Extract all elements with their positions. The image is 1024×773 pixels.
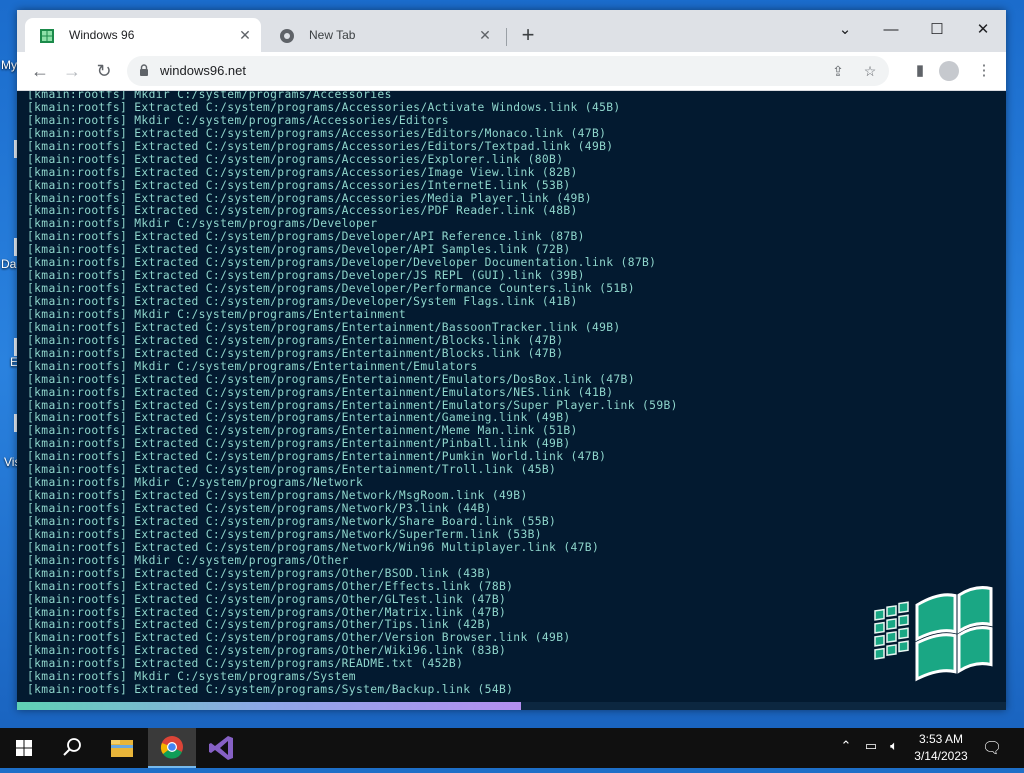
terminal-line: [kmain:rootfs] Extracted C:/system/progr… — [27, 579, 514, 593]
tab-search-chevron-down-icon[interactable]: ⌄ — [822, 16, 868, 44]
clock-date: 3/14/2023 — [914, 749, 968, 763]
desktop-label[interactable]: Da — [1, 257, 16, 271]
terminal-line: [kmain:rootfs] Extracted C:/system/progr… — [27, 295, 578, 308]
terminal-line: [kmain:rootfs] Extracted C:/system/progr… — [27, 372, 635, 386]
share-icon[interactable]: ⇪ — [829, 62, 847, 80]
clock-time: 3:53 AM — [918, 732, 964, 746]
browser-window: Windows 96 ✕ New Tab ✕ + ⌄ — ☐ ✕ ← → ↻ w… — [17, 10, 1006, 710]
terminal-line: [kmain:rootfs] Extracted C:/system/progr… — [27, 126, 607, 140]
terminal-line: [kmain:rootfs] Extracted C:/system/progr… — [27, 502, 492, 515]
tab-title: Windows 96 — [69, 28, 135, 42]
terminal-line: [kmain:rootfs] Extracted C:/system/progr… — [27, 540, 600, 554]
bookmark-star-icon[interactable]: ☆ — [861, 62, 879, 80]
terminal-line: [kmain:rootfs] Extracted C:/system/progr… — [27, 333, 564, 347]
back-arrow-icon[interactable]: ← — [26, 57, 54, 85]
file-explorer-icon — [111, 740, 133, 757]
close-tab-icon[interactable]: ✕ — [471, 18, 499, 52]
side-panel-icon[interactable]: ▮ — [906, 57, 934, 85]
terminal-line: [kmain:rootfs] Extracted C:/system/progr… — [27, 683, 514, 697]
terminal-line: [kmain:rootfs] Extracted C:/system/progr… — [27, 566, 492, 580]
terminal-line: [kmain:rootfs] Extracted C:/system/progr… — [27, 346, 564, 360]
notifications-icon[interactable]: 🗨︎ — [982, 738, 1002, 758]
maximize-button[interactable]: ☐ — [914, 16, 960, 44]
windows96-favicon-icon — [40, 29, 54, 43]
terminal-line: [kmain:rootfs] Extracted C:/system/progr… — [27, 152, 564, 166]
tab-windows-96[interactable]: Windows 96 ✕ — [25, 18, 261, 52]
volume-icon[interactable]: 🔈︎ — [884, 738, 904, 754]
visual-studio-button[interactable] — [198, 728, 246, 768]
new-tab-button[interactable]: + — [514, 22, 542, 50]
tab-title: New Tab — [309, 28, 356, 42]
reload-icon[interactable]: ↻ — [90, 57, 118, 85]
clock[interactable]: 3:53 AM 3/14/2023 — [910, 731, 972, 765]
search-icon — [63, 738, 81, 756]
terminal-line: [kmain:rootfs] Extracted C:/system/progr… — [27, 514, 557, 528]
chrome-favicon-icon — [280, 29, 294, 43]
terminal-line: [kmain:rootfs] Extracted C:/system/progr… — [27, 320, 621, 334]
visual-studio-icon — [209, 736, 233, 760]
terminal-line: [kmain:rootfs] Mkdir C:/system/programs/… — [27, 553, 349, 567]
terminal-line: [kmain:rootfs] Mkdir C:/system/programs/… — [27, 359, 478, 373]
close-tab-icon[interactable]: ✕ — [231, 18, 259, 52]
forward-arrow-icon[interactable]: → — [58, 57, 86, 85]
start-button[interactable] — [0, 728, 48, 768]
file-explorer-button[interactable] — [98, 728, 146, 768]
terminal-line: [kmain:rootfs] Extracted C:/system/progr… — [27, 178, 571, 192]
more-menu-icon[interactable]: ⋮ — [970, 57, 998, 85]
search-button[interactable] — [48, 728, 96, 768]
chrome-button[interactable] — [148, 728, 196, 768]
close-window-button[interactable]: ✕ — [960, 16, 1006, 44]
tab-strip: Windows 96 ✕ New Tab ✕ + ⌄ — ☐ ✕ — [17, 10, 1006, 52]
terminal-line: [kmain:rootfs] Mkdir C:/system/programs/… — [27, 307, 407, 321]
terminal-line: [kmain:rootfs] Extracted C:/system/progr… — [27, 527, 542, 541]
taskbar: ⌃ ▭ 🔈︎ 3:53 AM 3/14/2023 🗨︎ — [0, 728, 1024, 768]
browser-toolbar: ← → ↻ windows96.net ⇪ ☆ ▮ ⋮ — [17, 52, 1006, 91]
show-hidden-icons-chevron-up-icon[interactable]: ⌃ — [836, 738, 856, 754]
boot-terminal: [kmain:rootfs] Mkdir C:/system/programs/… — [17, 91, 1006, 710]
terminal-line: [kmain:rootfs] Extracted C:/system/progr… — [27, 165, 578, 179]
boot-progress-bar — [17, 702, 1006, 710]
tab-separator — [506, 28, 507, 46]
terminal-line: [kmain:rootfs] Extracted C:/system/progr… — [27, 139, 614, 153]
terminal-line: [kmain:rootfs] Extracted C:/system/progr… — [27, 385, 614, 399]
address-bar[interactable]: windows96.net ⇪ ☆ — [127, 56, 889, 86]
boot-progress-fill — [17, 702, 522, 710]
terminal-line: [kmain:rootfs] Extracted C:/system/progr… — [27, 100, 621, 114]
profile-avatar-icon[interactable] — [939, 61, 959, 81]
terminal-line: [kmain:rootfs] Mkdir C:/system/programs/… — [27, 113, 449, 127]
url-text[interactable]: windows96.net — [160, 56, 246, 86]
minimize-button[interactable]: — — [868, 16, 914, 44]
tab-new-tab[interactable]: New Tab ✕ — [265, 18, 501, 52]
network-icon[interactable]: ▭ — [861, 738, 881, 754]
chrome-icon — [160, 736, 183, 759]
windows96-logo — [874, 586, 993, 682]
desktop-label[interactable]: My — [1, 58, 17, 72]
terminal-line: [kmain:rootfs] Extracted C:/system/progr… — [27, 592, 507, 606]
start-icon — [16, 740, 32, 756]
terminal-log: [kmain:rootfs] Mkdir C:/system/programs/… — [27, 91, 678, 697]
lock-icon[interactable] — [139, 64, 149, 77]
